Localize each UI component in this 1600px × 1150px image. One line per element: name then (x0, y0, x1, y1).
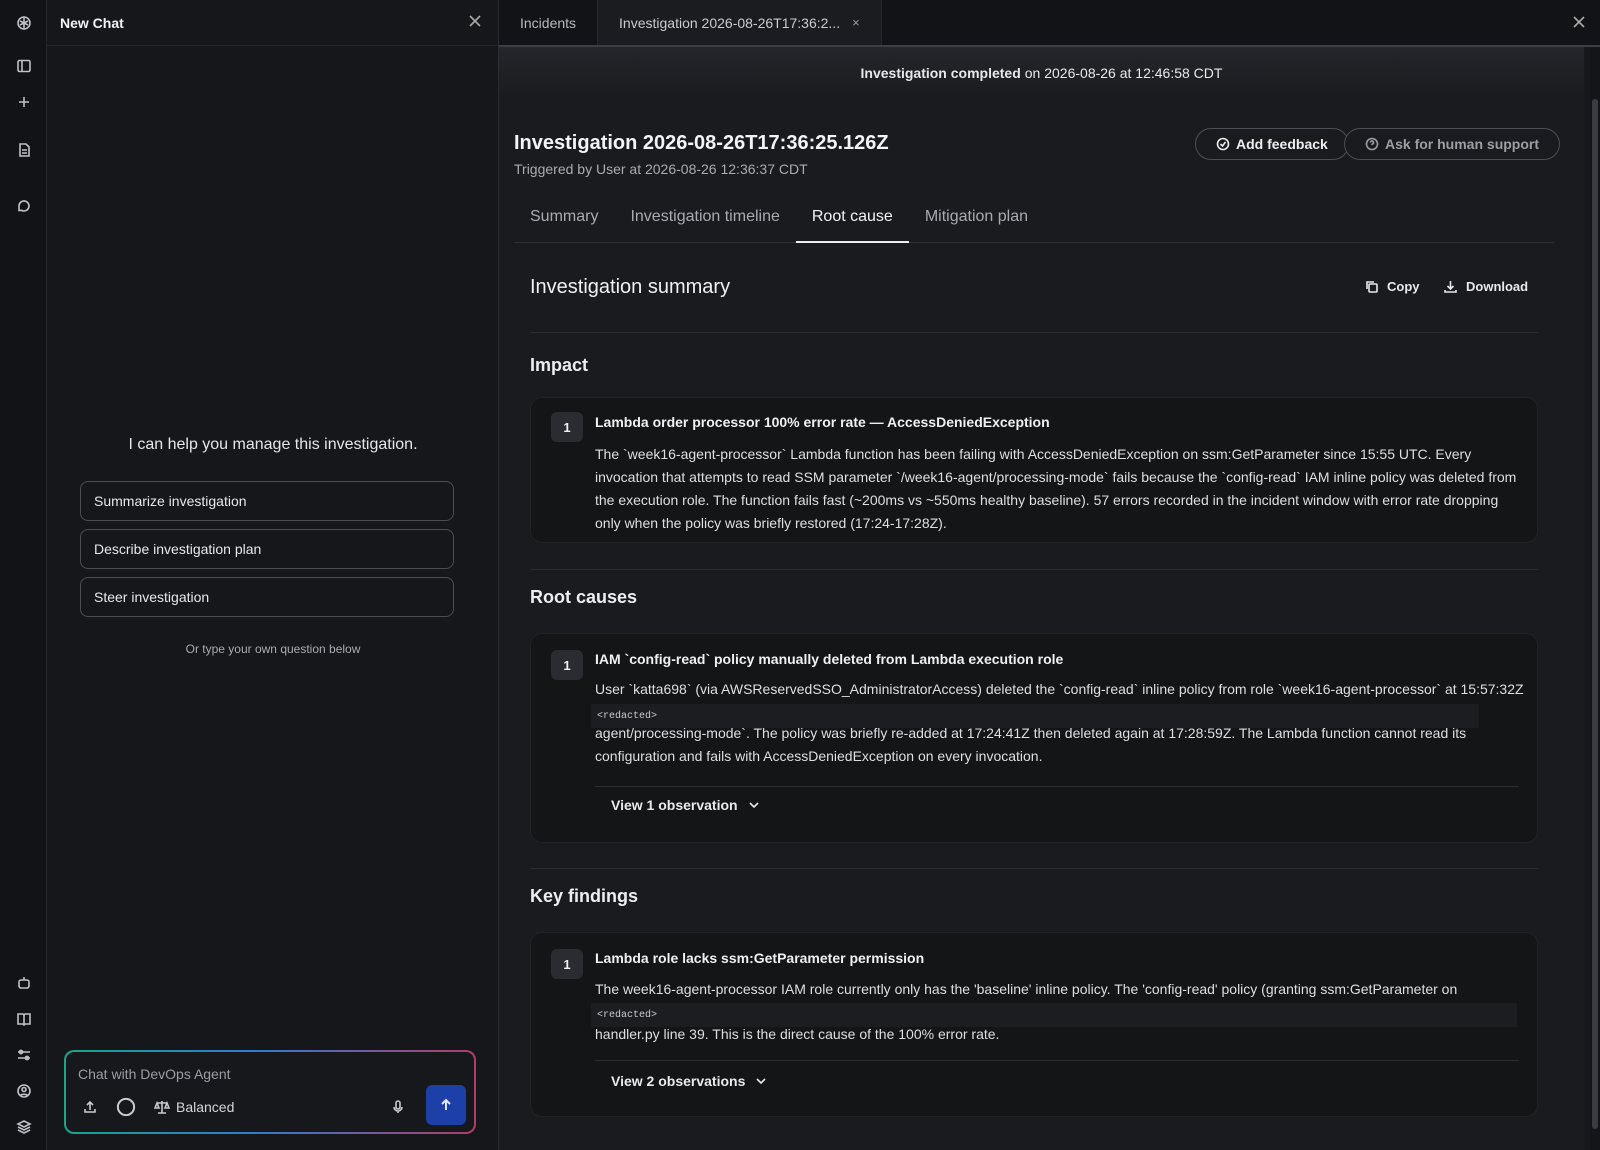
human-support-label: Ask for human support (1385, 136, 1540, 152)
download-label: Download (1466, 279, 1529, 294)
item-number: 1 (551, 650, 583, 680)
close-icon[interactable] (1572, 15, 1588, 31)
root-cause-title: IAM `config-read` policy manually delete… (595, 651, 1064, 667)
root-cause-body-cont: agent/processing-mode`. The policy was b… (595, 725, 1467, 764)
observations-label: View 1 observation (611, 797, 738, 813)
circle-icon[interactable] (116, 1097, 136, 1117)
add-feedback-button[interactable]: Add feedback (1195, 128, 1349, 160)
document-icon[interactable] (12, 138, 36, 162)
chat-title: New Chat (60, 14, 124, 31)
observations-label: View 2 observations (611, 1073, 746, 1089)
tab-root-cause[interactable]: Root cause (795, 205, 909, 243)
tab-close-icon[interactable]: × (852, 15, 860, 30)
chat-panel: New Chat I can help you manage this inve… (47, 0, 499, 1150)
root-cause-card: 1 IAM `config-read` policy manually dele… (530, 633, 1538, 843)
tab-investigation-timeline[interactable]: Investigation timeline (614, 205, 795, 243)
status-banner: Investigation completed on 2026-08-26 at… (499, 47, 1584, 99)
chat-input[interactable]: Chat with DevOps Agent (78, 1066, 231, 1082)
help-circle-icon (1365, 137, 1379, 151)
tab-label: Investigation 2026-08-26T17:36:2... (619, 14, 841, 31)
banner-status: Investigation completed (860, 65, 1021, 81)
suggestion-plan[interactable]: Describe investigation plan (80, 529, 454, 569)
view-observations-button[interactable]: View 2 observations (611, 1073, 767, 1089)
impact-card: 1 Lambda order processor 100% error rate… (530, 397, 1538, 543)
view-observations-button[interactable]: View 1 observation (611, 797, 760, 813)
layers-icon[interactable] (12, 1115, 36, 1139)
chevron-down-icon (749, 802, 759, 809)
main-panel: Incidents Investigation 2026-08-26T17:36… (499, 0, 1600, 1150)
root-causes-heading: Root causes (530, 587, 638, 607)
top-tabs: Incidents Investigation 2026-08-26T17:36… (499, 0, 1600, 47)
divider (595, 786, 1519, 787)
add-feedback-label: Add feedback (1236, 136, 1328, 152)
settings-sliders-icon[interactable] (12, 1043, 36, 1067)
bot-icon[interactable] (12, 971, 36, 995)
logo-icon[interactable] (12, 11, 36, 35)
impact-title: Lambda order processor 100% error rate —… (595, 414, 1050, 430)
human-support-button[interactable]: Ask for human support (1344, 128, 1561, 160)
scroll-thumb[interactable] (1592, 99, 1598, 1129)
item-number: 1 (551, 949, 583, 979)
chat-hint: Or type your own question below (185, 642, 361, 656)
copy-button[interactable]: Copy (1364, 279, 1420, 294)
key-findings-heading: Key findings (530, 886, 639, 906)
plus-icon[interactable] (12, 90, 36, 114)
send-button[interactable] (426, 1085, 466, 1125)
tab-incidents[interactable]: Incidents (499, 0, 599, 45)
chat-header: New Chat (47, 0, 498, 46)
banner-time: on 2026-08-26 at 12:46:58 CDT (1024, 65, 1223, 81)
subtabs: Summary Investigation timeline Root caus… (514, 205, 1554, 243)
balance-scale-icon[interactable] (152, 1097, 172, 1117)
tab-summary[interactable]: Summary (514, 205, 614, 243)
scrollbar[interactable] (1590, 47, 1600, 1150)
key-finding-title: Lambda role lacks ssm:GetParameter permi… (595, 950, 925, 966)
key-finding-body-cont: handler.py line 39. This is the direct c… (595, 1026, 1000, 1042)
user-circle-icon[interactable] (12, 1079, 36, 1103)
item-number: 1 (551, 412, 583, 442)
chevron-down-icon (756, 1078, 766, 1085)
download-button[interactable]: Download (1443, 279, 1528, 294)
tab-label: Incidents (520, 14, 577, 31)
key-finding-body: The week16-agent-processor IAM role curr… (595, 981, 1458, 997)
book-icon[interactable] (12, 1007, 36, 1031)
icon-rail (0, 0, 47, 1150)
tab-investigation[interactable]: Investigation 2026-08-26T17:36:2... × (598, 0, 882, 45)
sidebar-toggle-icon[interactable] (12, 54, 36, 78)
copy-icon (1366, 281, 1378, 293)
key-finding-card: 1 Lambda role lacks ssm:GetParameter per… (530, 932, 1538, 1117)
upload-icon[interactable] (80, 1097, 100, 1117)
mode-selector[interactable]: Balanced (176, 1099, 234, 1115)
tab-mitigation-plan[interactable]: Mitigation plan (909, 205, 1044, 243)
arrow-up-icon (441, 1098, 451, 1110)
divider (530, 868, 1538, 869)
close-icon[interactable] (468, 14, 486, 32)
investigation-summary-title: Investigation summary (530, 276, 731, 298)
investigation-content: Investigation 2026-08-26T17:36:25.126Z T… (499, 99, 1584, 1150)
divider (595, 1060, 1519, 1061)
page-title: Investigation 2026-08-26T17:36:25.126Z (514, 132, 889, 154)
chat-intro: I can help you manage this investigation… (128, 436, 418, 453)
page-subtitle: Triggered by User at 2026-08-26 12:36:37… (514, 161, 808, 177)
download-icon (1444, 281, 1457, 293)
root-cause-body: User `katta698` (via AWSReservedSSO_Admi… (595, 681, 1524, 697)
suggestion-steer[interactable]: Steer investigation (80, 577, 454, 617)
suggestion-summarize[interactable]: Summarize investigation (80, 481, 454, 521)
impact-body: The `week16-agent-processor` Lambda func… (595, 446, 1517, 531)
divider (530, 569, 1538, 570)
chat-icon[interactable] (12, 194, 36, 218)
impact-heading: Impact (530, 355, 589, 375)
copy-label: Copy (1387, 279, 1420, 294)
check-circle-icon (1216, 137, 1230, 151)
microphone-icon[interactable] (388, 1097, 408, 1117)
chat-composer: Chat with DevOps Agent Balanced (64, 1050, 476, 1134)
divider (530, 332, 1538, 333)
